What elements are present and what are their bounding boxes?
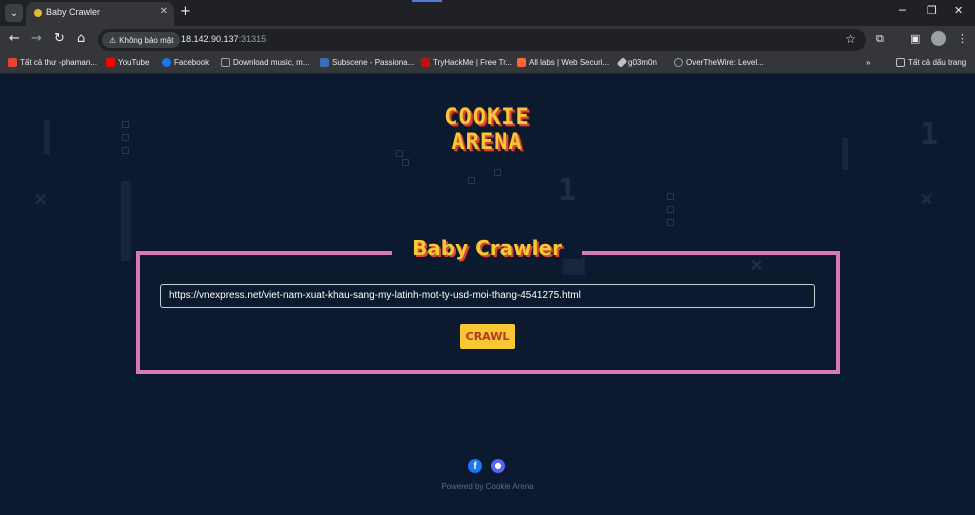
url-text[interactable]: 18.142.90.137:31315 (181, 34, 266, 44)
url-input[interactable]: https://vnexpress.net/viet-nam-xuat-khau… (160, 284, 815, 308)
new-tab-button[interactable]: + (180, 4, 191, 19)
deco-square (396, 150, 403, 157)
deco-square (122, 147, 129, 154)
logo-line-2: ARENA (451, 130, 523, 155)
bookmark-label: Tất cả thư -phaman... (20, 58, 97, 67)
extensions-icon[interactable]: ⧉ (876, 32, 884, 46)
bookmark-download-music[interactable]: Download music, m... (221, 58, 309, 67)
overthewire-icon (674, 58, 683, 67)
logo-line-1: COOKIE (444, 105, 530, 130)
tab-strip: ⌄ Baby Crawler ✕ + ─ ❐ ✕ (0, 0, 975, 26)
deco-square (667, 193, 674, 200)
bookmark-star-icon[interactable]: ☆ (845, 32, 856, 46)
bookmark-label: OverTheWire: Level... (686, 58, 764, 67)
bookmark-label: TryHackMe | Free Tr... (433, 58, 513, 67)
maximize-button[interactable]: ❐ (927, 4, 937, 17)
all-bookmarks-label: Tất cả dấu trang (908, 58, 967, 67)
subscene-icon (320, 58, 329, 67)
bookmark-youtube[interactable]: YouTube (106, 58, 149, 67)
crawler-panel (136, 251, 840, 374)
bookmark-label: YouTube (118, 58, 150, 67)
active-tab[interactable]: Baby Crawler ✕ (26, 2, 174, 26)
url-host: 18.142.90.137 (181, 34, 239, 44)
bookmarks-overflow-button[interactable]: » (866, 58, 870, 67)
profile-avatar[interactable] (931, 31, 946, 46)
facebook-icon (162, 58, 171, 67)
bookmark-facebook[interactable]: Facebook (162, 58, 209, 67)
deco-x: × (920, 187, 934, 212)
facebook-icon[interactable]: f (468, 459, 482, 473)
tab-close-icon[interactable]: ✕ (160, 6, 168, 17)
tryhackme-icon (421, 58, 430, 67)
footer-powered-by: Powered by Cookie Arena (441, 482, 534, 491)
portswigger-icon (517, 58, 526, 67)
loading-indicator (412, 0, 442, 2)
deco-x: × (34, 187, 48, 212)
back-arrow-icon[interactable]: ← (9, 32, 20, 46)
pen-icon (616, 57, 628, 68)
bookmark-portswigger[interactable]: All labs | Web Securi... (517, 58, 609, 67)
crawl-button[interactable]: CRAWL (460, 324, 515, 349)
bookmark-overthewire[interactable]: OverTheWire: Level... (674, 58, 764, 67)
reload-icon[interactable]: ↻ (54, 32, 65, 46)
panel-title: Baby Crawler (412, 236, 562, 260)
bookmark-g03m0n[interactable]: g03m0n (616, 57, 657, 68)
tab-search-button[interactable]: ⌄ (5, 4, 23, 22)
bookmark-subscene[interactable]: Subscene - Passiona... (320, 58, 414, 67)
deco-square (122, 121, 129, 128)
deco-bar (44, 120, 50, 155)
deco-square (402, 159, 409, 166)
folder-icon (896, 58, 905, 67)
bookmark-tryhackme[interactable]: TryHackMe | Free Tr... (421, 58, 512, 67)
cookie-icon (34, 9, 42, 17)
security-chip-label: Không bảo mật (119, 35, 174, 45)
youtube-icon (106, 58, 115, 67)
url-port: :31315 (238, 34, 267, 44)
home-icon[interactable]: ⌂ (77, 32, 85, 46)
security-chip[interactable]: ⚠ Không bảo mật (102, 32, 181, 48)
bookmark-label: Facebook (174, 58, 210, 67)
cookie-arena-logo: COOKIE ARENA (428, 105, 546, 155)
close-window-button[interactable]: ✕ (954, 4, 963, 17)
browser-toolbar: ← → ↻ ⌂ ⚠ Không bảo mật 18.142.90.137:31… (0, 26, 975, 54)
deco-square (468, 177, 475, 184)
bookmark-label: All labs | Web Securi... (529, 58, 610, 67)
page-content: × × 1 1 × COOKIE ARENA Baby Crawler http… (0, 75, 975, 515)
deco-one: 1 (920, 117, 939, 152)
forward-arrow-icon[interactable]: → (31, 32, 42, 46)
deco-bar (842, 138, 848, 170)
deco-bar (121, 181, 131, 261)
menu-kebab-icon[interactable]: ⋮ (957, 32, 968, 45)
gmail-icon (8, 58, 17, 67)
deco-square (494, 169, 501, 176)
deco-square (667, 206, 674, 213)
download-icon (221, 58, 230, 67)
discord-icon[interactable]: ● (491, 459, 505, 473)
bookmark-label: g03m0n (628, 58, 657, 67)
footer-social-links: f ● (468, 459, 505, 473)
warning-icon: ⚠ (109, 35, 117, 45)
tab-title: Baby Crawler (46, 7, 101, 17)
deco-square (667, 219, 674, 226)
bookmarks-bar: Tất cả thư -phaman... YouTube Facebook D… (0, 54, 975, 74)
bookmark-label: Subscene - Passiona... (332, 58, 415, 67)
address-bar[interactable]: ⚠ Không bảo mật 18.142.90.137:31315 ☆ (98, 29, 866, 51)
bookmark-label: Download music, m... (233, 58, 310, 67)
minimize-button[interactable]: ─ (899, 4, 906, 17)
side-panel-icon[interactable]: ▣ (910, 32, 920, 45)
deco-square (122, 134, 129, 141)
all-bookmarks-button[interactable]: Tất cả dấu trang (896, 58, 966, 67)
bookmark-gmail[interactable]: Tất cả thư -phaman... (8, 58, 97, 67)
deco-one: 1 (558, 173, 577, 208)
